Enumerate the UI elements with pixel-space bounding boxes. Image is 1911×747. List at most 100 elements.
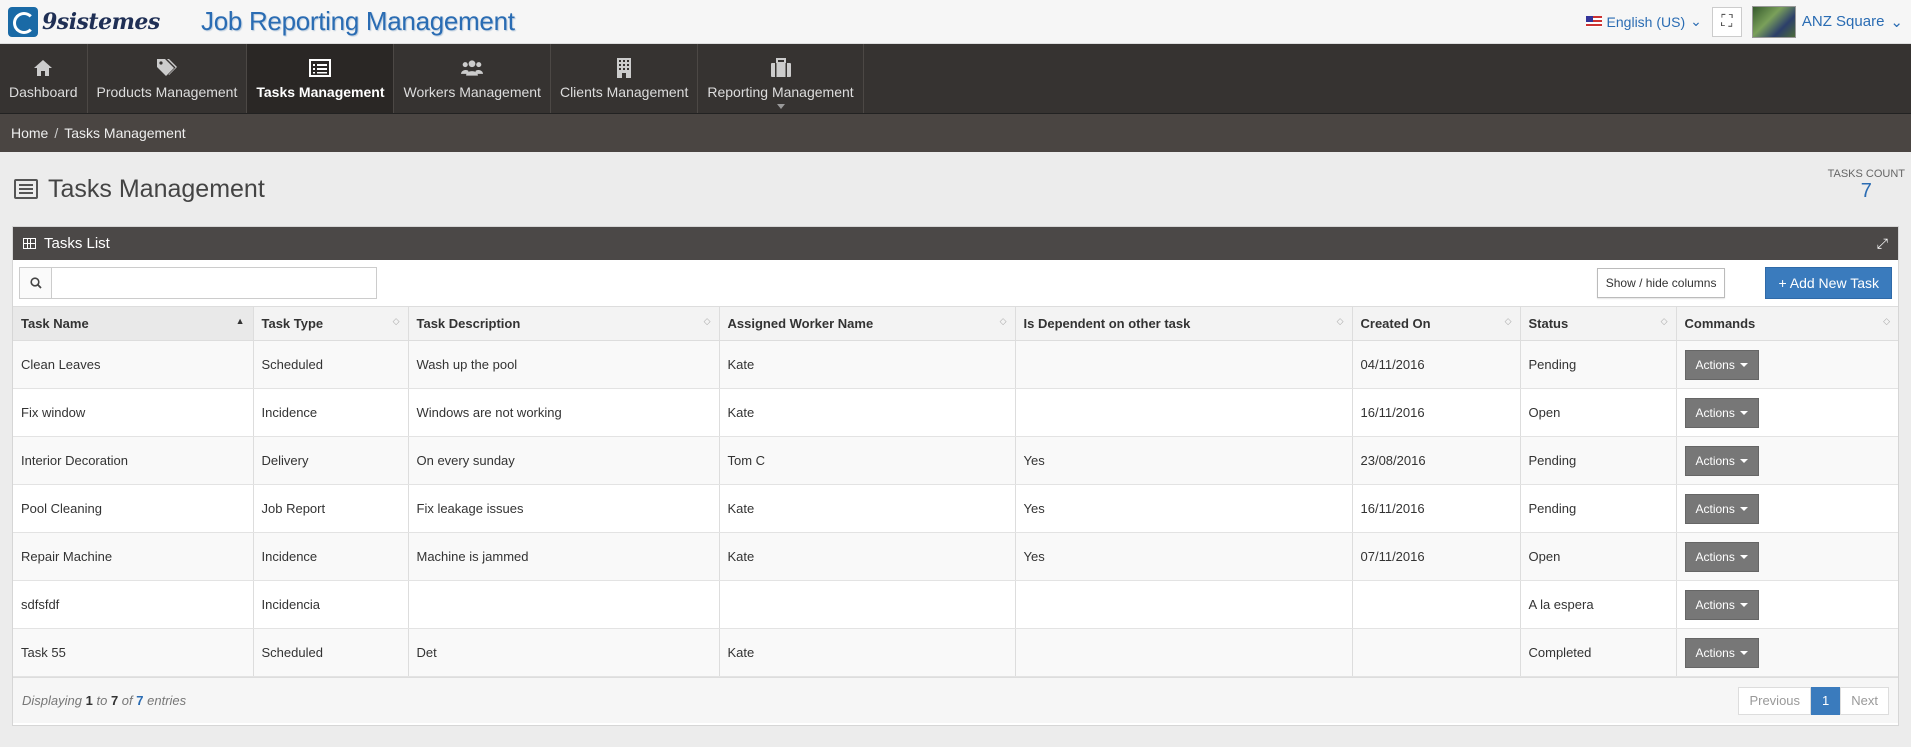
- show-hide-columns-button[interactable]: Show / hide columns: [1596, 268, 1726, 298]
- cell-status: Pending: [1520, 340, 1677, 389]
- cell-dependent: Yes: [1015, 436, 1353, 485]
- column-header-dependent[interactable]: Is Dependent on other task ◇: [1015, 306, 1353, 341]
- page-title: Tasks Management: [14, 175, 265, 204]
- briefcase-icon: [770, 57, 792, 79]
- nav-item-reporting[interactable]: Reporting Management: [698, 44, 864, 113]
- caret-down-icon: [1739, 506, 1748, 511]
- breadcrumb-home[interactable]: Home: [11, 125, 48, 141]
- cell-dependent: Yes: [1015, 484, 1353, 533]
- language-selector[interactable]: English (US) ⌄: [1585, 13, 1702, 30]
- cell-task-name: Clean Leaves: [13, 340, 254, 389]
- actions-button[interactable]: Actions: [1684, 637, 1759, 668]
- add-new-task-button[interactable]: + Add New Task: [1765, 267, 1892, 299]
- table-row[interactable]: Pool Cleaning Job Report Fix leakage iss…: [13, 484, 1898, 533]
- cell-task-type: Incidencia: [253, 580, 409, 629]
- cell-commands: Actions: [1676, 436, 1898, 485]
- cell-commands: Actions: [1676, 340, 1898, 389]
- column-header-assigned-worker[interactable]: Assigned Worker Name ◇: [719, 306, 1016, 341]
- list-icon: [14, 179, 38, 199]
- cell-task-type: Incidence: [253, 532, 409, 581]
- cell-worker: Tom C: [719, 436, 1016, 485]
- search-icon: [20, 268, 52, 298]
- cell-task-name: sdfsfdf: [13, 580, 254, 629]
- pager-page-1[interactable]: 1: [1811, 686, 1841, 715]
- cell-worker: [719, 580, 1016, 629]
- column-header-task-type[interactable]: Task Type ◇: [253, 306, 409, 341]
- cell-status: Open: [1520, 532, 1677, 581]
- us-flag-icon: [1585, 16, 1602, 27]
- search-input[interactable]: [52, 268, 376, 298]
- nav-item-workers[interactable]: Workers Management: [394, 44, 551, 113]
- user-menu[interactable]: ANZ Square ⌄: [1751, 5, 1903, 38]
- nav-label: Reporting Management: [707, 84, 854, 100]
- table-header-row: Task Name ▲ Task Type ◇ Task Description ◇ …: [13, 306, 1898, 341]
- main-nav: Dashboard Products Management Tasks Mana…: [0, 44, 1911, 114]
- sort-icon: ◇: [999, 316, 1007, 326]
- cell-worker: Kate: [719, 628, 1016, 677]
- entries-info: Displaying 1 to 7 of 7 entries: [22, 693, 187, 708]
- breadcrumb: Home / Tasks Management: [0, 114, 1911, 152]
- cell-dependent: [1015, 388, 1353, 437]
- actions-button[interactable]: Actions: [1684, 445, 1759, 476]
- expand-icon[interactable]: ⤢: [1877, 235, 1888, 252]
- cell-task-description: Fix leakage issues: [408, 484, 720, 533]
- sort-icon: ◇: [1504, 316, 1512, 326]
- avatar: [1751, 5, 1796, 38]
- actions-button[interactable]: Actions: [1684, 349, 1759, 380]
- cell-task-description: Det: [408, 628, 720, 677]
- caret-down-icon: [1739, 362, 1748, 367]
- logo[interactable]: 9sistemes: [8, 6, 193, 37]
- cell-dependent: [1015, 580, 1353, 629]
- column-header-status[interactable]: Status ◇: [1520, 306, 1677, 341]
- cell-task-type: Incidence: [253, 388, 409, 437]
- cell-task-name: Pool Cleaning: [13, 484, 254, 533]
- nav-label: Tasks Management: [256, 84, 385, 100]
- cell-task-description: On every sunday: [408, 436, 720, 485]
- tasks-panel: Tasks List ⤢ Show / hide columns + Add N…: [12, 226, 1899, 726]
- panel-header: Tasks List ⤢: [13, 227, 1898, 260]
- tasks-count-label: TASKS COUNT: [1827, 168, 1905, 180]
- column-header-commands[interactable]: Commands ◇: [1676, 306, 1898, 341]
- cell-commands: Actions: [1676, 532, 1898, 581]
- table-row[interactable]: sdfsfdf Incidencia A la espera Actions: [13, 580, 1898, 629]
- actions-button[interactable]: Actions: [1684, 589, 1759, 620]
- actions-button[interactable]: Actions: [1684, 397, 1759, 428]
- tags-icon: [156, 57, 178, 79]
- nav-item-clients[interactable]: Clients Management: [551, 44, 699, 113]
- chevron-down-icon: ⌄: [1690, 13, 1702, 29]
- cell-task-name: Task 55: [13, 628, 254, 677]
- nav-item-dashboard[interactable]: Dashboard: [0, 44, 88, 113]
- table-icon: [23, 238, 36, 249]
- tasks-count-value: 7: [1860, 180, 1872, 202]
- table-row[interactable]: Clean Leaves Scheduled Wash up the pool …: [13, 340, 1898, 389]
- fullscreen-button[interactable]: ⛶: [1711, 6, 1742, 37]
- sort-icon: ◇: [703, 316, 711, 326]
- cell-task-description: Windows are not working: [408, 388, 720, 437]
- nav-item-products[interactable]: Products Management: [88, 44, 248, 113]
- pager-next[interactable]: Next: [1840, 686, 1889, 715]
- table-row[interactable]: Task 55 Scheduled Det Kate Completed Act…: [13, 628, 1898, 677]
- column-header-task-name[interactable]: Task Name ▲: [13, 306, 254, 341]
- column-header-created-on[interactable]: Created On ◇: [1352, 306, 1521, 341]
- building-icon: [613, 57, 635, 79]
- table-row[interactable]: Fix window Incidence Windows are not wor…: [13, 388, 1898, 437]
- cell-worker: Kate: [719, 532, 1016, 581]
- actions-button[interactable]: Actions: [1684, 493, 1759, 524]
- actions-button[interactable]: Actions: [1684, 541, 1759, 572]
- nav-label: Clients Management: [559, 84, 689, 100]
- nav-label: Dashboard: [9, 84, 78, 100]
- chevron-down-icon: [776, 104, 785, 109]
- pager-previous[interactable]: Previous: [1738, 686, 1812, 715]
- table-toolbar: Show / hide columns + Add New Task: [13, 260, 1898, 306]
- table-row[interactable]: Interior Decoration Delivery On every su…: [13, 436, 1898, 485]
- logo-text: 9sistemes: [42, 8, 160, 35]
- cell-commands: Actions: [1676, 580, 1898, 629]
- cell-status: Completed: [1520, 628, 1677, 677]
- sort-icon: ◇: [1660, 316, 1668, 326]
- column-header-task-description[interactable]: Task Description ◇: [408, 306, 720, 341]
- cell-task-type: Job Report: [253, 484, 409, 533]
- table-row[interactable]: Repair Machine Incidence Machine is jamm…: [13, 532, 1898, 581]
- panel-title: Tasks List: [44, 235, 110, 252]
- nav-item-tasks[interactable]: Tasks Management: [247, 44, 395, 113]
- sort-icon: ◇: [1883, 316, 1890, 326]
